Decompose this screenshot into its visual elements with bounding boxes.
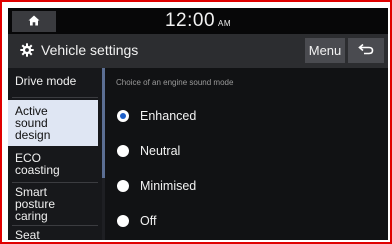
sidebar-divider [12, 225, 98, 226]
clock-ampm: AM [218, 19, 232, 28]
sidebar-divider [12, 182, 98, 183]
page-header: Vehicle settings Menu [8, 34, 388, 68]
option-label: Enhanced [140, 109, 197, 123]
option-label: Neutral [140, 144, 181, 158]
sidebar-item-seat[interactable]: Seat [8, 229, 102, 240]
sidebar-item-eco-coasting[interactable]: ECO coasting [8, 152, 102, 176]
sidebar-item-label: Smart posture caring [15, 185, 56, 223]
option-enhanced[interactable]: Enhanced [117, 106, 196, 126]
option-label: Off [140, 214, 157, 228]
sidebar-item-active-sound-design[interactable]: Active sound design [8, 100, 98, 146]
sidebar-item-label: ECO coasting [15, 151, 60, 177]
option-minimised[interactable]: Minimised [117, 176, 196, 196]
sidebar-item-smart-posture-caring[interactable]: Smart posture caring [8, 186, 102, 222]
clock-time: 12:00 [164, 10, 216, 31]
radio-unselected-icon [117, 145, 129, 157]
gear-icon [20, 43, 34, 57]
menu-button[interactable]: Menu [305, 38, 345, 63]
screenshot-frame: 12:00 AM Vehicle settings Menu Drive mod… [0, 0, 392, 244]
radio-unselected-icon [117, 215, 129, 227]
sound-mode-panel: Choice of an engine sound mode Enhanced … [105, 68, 388, 240]
section-caption: Choice of an engine sound mode [116, 78, 234, 87]
sidebar-item-label: Drive mode [15, 74, 77, 88]
status-bar: 12:00 AM [8, 8, 388, 34]
infotainment-screen: 12:00 AM Vehicle settings Menu Drive mod… [8, 8, 388, 240]
clock: 12:00 AM [8, 10, 388, 32]
sidebar-item-drive-mode[interactable]: Drive mode [8, 75, 102, 87]
sidebar-item-label: Active sound design [15, 104, 51, 142]
page-title-text: Vehicle settings [41, 42, 139, 58]
back-button[interactable] [348, 38, 384, 63]
settings-sidebar: Drive mode Active sound design ECO coast… [8, 68, 102, 240]
page-title: Vehicle settings [20, 42, 138, 58]
option-neutral[interactable]: Neutral [117, 141, 180, 161]
option-off[interactable]: Off [117, 211, 156, 231]
radio-selected-icon [117, 110, 129, 122]
back-arrow-icon [358, 42, 374, 60]
option-label: Minimised [140, 179, 197, 193]
sidebar-item-label: Seat [15, 228, 40, 240]
radio-unselected-icon [117, 180, 129, 192]
sidebar-divider [12, 97, 98, 98]
